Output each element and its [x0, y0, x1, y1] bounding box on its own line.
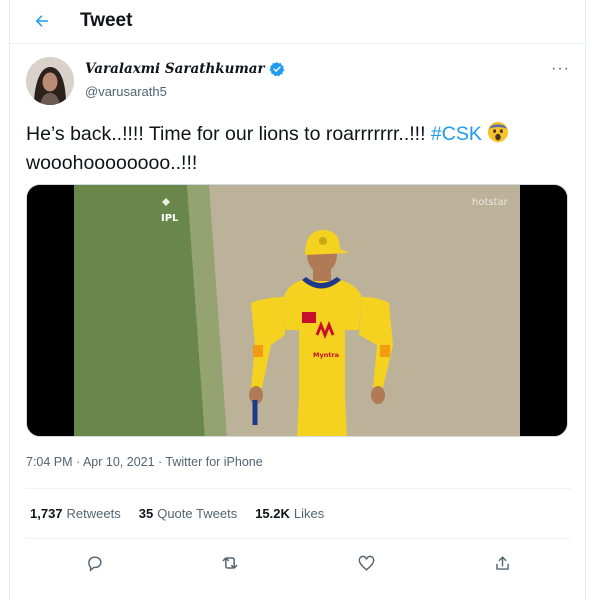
retweets-label: Retweets	[66, 506, 121, 521]
broadcaster-watermark: hotstar	[472, 197, 509, 208]
author-handle[interactable]: @varusarath5	[85, 84, 167, 99]
tweet-text: He’s back..!!!! Time for our lions to ro…	[26, 121, 571, 176]
likes-label: Likes	[293, 506, 325, 521]
quote-tweets-stat[interactable]: 35 Quote Tweets	[139, 506, 237, 521]
page-title: Tweet	[80, 10, 133, 31]
reply-button[interactable]	[80, 549, 108, 577]
retweet-button[interactable]	[216, 549, 244, 577]
likes-stat[interactable]: 15.2K Likes	[255, 506, 324, 521]
share-icon	[496, 555, 510, 570]
cricket-player-image: IPL hotstar Myntra	[27, 185, 567, 436]
tweet-actions-bar	[26, 549, 571, 577]
verified-badge-icon	[269, 62, 284, 77]
like-button[interactable]	[353, 549, 381, 577]
heart-icon	[358, 555, 375, 571]
svg-text:IPL: IPL	[161, 213, 179, 224]
back-button[interactable]	[30, 9, 54, 33]
share-button[interactable]	[489, 549, 517, 577]
author-display-name[interactable]: Varalaxmi Sarathkumar	[85, 61, 265, 77]
retweets-stat[interactable]: 1,737 Retweets	[30, 506, 121, 521]
avatar-image	[26, 57, 74, 105]
author-name-row: Varalaxmi Sarathkumar	[85, 61, 285, 77]
arrow-left-icon	[35, 15, 48, 27]
fearful-face-emoji-icon	[487, 121, 509, 150]
avatar[interactable]	[26, 57, 74, 105]
divider	[26, 538, 571, 539]
quote-tweets-label: Quote Tweets	[157, 506, 238, 521]
reply-icon	[87, 555, 102, 572]
more-options-button[interactable]: ···	[551, 60, 570, 78]
svg-text:Myntra: Myntra	[313, 351, 339, 359]
tweet-timestamp[interactable]: 7:04 PM · Apr 10, 2021 · Twitter for iPh…	[26, 455, 263, 469]
likes-count: 15.2K	[255, 506, 290, 521]
retweet-icon	[222, 557, 238, 569]
tweet-text-part1: He’s back..!!!! Time for our lions to ro…	[26, 123, 431, 145]
retweets-count: 1,737	[30, 506, 63, 521]
quote-tweets-count: 35	[138, 506, 154, 521]
tweet-text-part2: wooohoooooooo..!!!	[26, 152, 198, 174]
tweet-media-video[interactable]: IPL hotstar Myntra	[26, 184, 568, 437]
tweet-detail-frame: Tweet Varalaxmi Sarathkumar @varusarath5…	[9, 0, 586, 600]
engagement-stats: 1,737 Retweets 35 Quote Tweets 15.2K Lik…	[30, 506, 324, 521]
divider	[26, 488, 571, 489]
page-header: Tweet	[10, 0, 585, 44]
hashtag-link[interactable]: #CSK	[431, 123, 482, 145]
